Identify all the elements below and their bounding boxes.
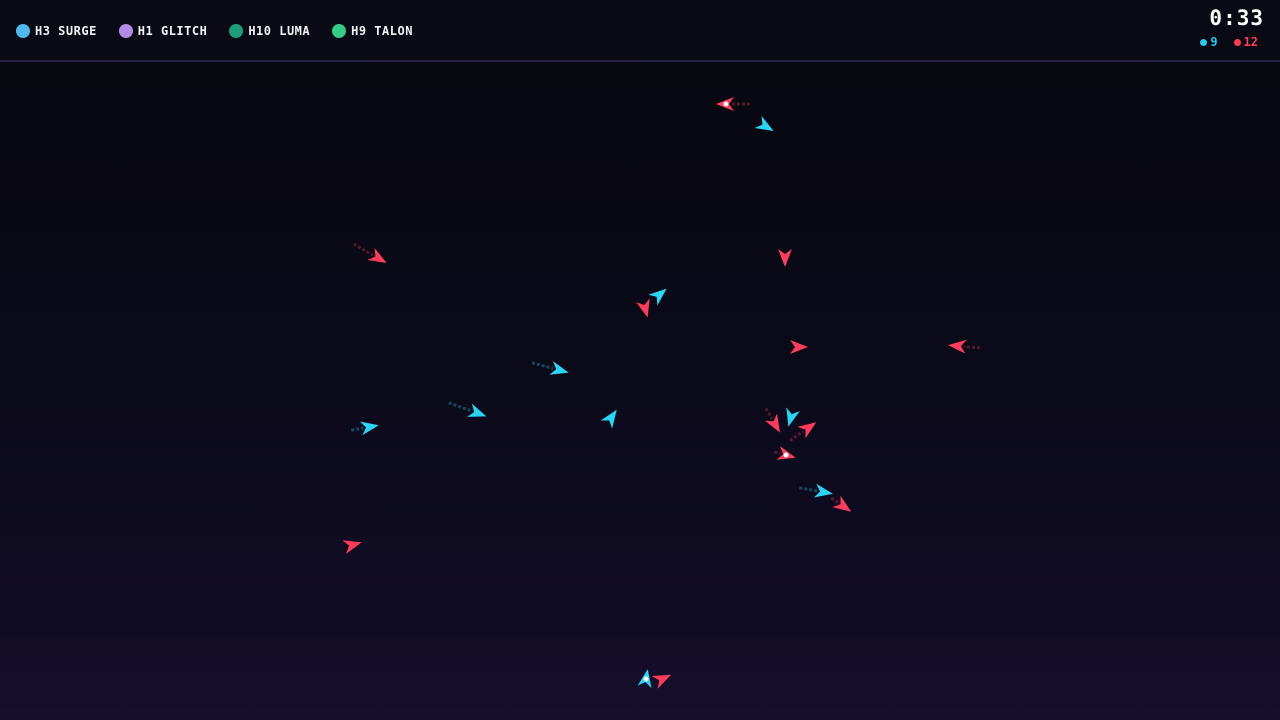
ship-body (651, 674, 672, 689)
cyan-ship-17 (799, 483, 833, 498)
cyan-ship-12 (600, 409, 617, 429)
ship-body (342, 540, 362, 554)
ship-body (754, 115, 774, 131)
ship-body (778, 249, 792, 267)
ship-trail (531, 361, 554, 370)
cyan-ship-20 (637, 669, 652, 689)
ship-body (948, 339, 967, 354)
ship-trail (764, 407, 774, 420)
red-ship-21 (651, 674, 672, 689)
ship-body (813, 483, 833, 498)
red-ship-19 (342, 540, 362, 554)
red-ship-18 (830, 495, 852, 512)
battle-arena (342, 97, 981, 689)
ship-trail (963, 345, 981, 350)
ship-body (467, 403, 487, 417)
cyan-ship-11 (448, 401, 487, 417)
ship-trail (353, 242, 374, 257)
ship-body (790, 340, 808, 354)
red-ship-16 (774, 446, 796, 460)
cyan-ship-9 (531, 361, 569, 375)
ship-trail (351, 426, 364, 432)
ship-body (797, 422, 817, 439)
ship-body (648, 288, 667, 306)
cyan-ship-10 (351, 421, 379, 436)
ship-body (549, 361, 569, 375)
cyan-ship-2 (754, 115, 774, 131)
ship-body (764, 413, 780, 433)
ship-trail (789, 430, 804, 442)
cyan-ship-5 (648, 288, 667, 306)
ship-body (832, 495, 852, 512)
ship-trail (799, 486, 818, 493)
red-ship-4 (778, 249, 792, 267)
ship-trail (830, 496, 839, 504)
ship-body (636, 298, 650, 318)
ship-body (367, 247, 387, 263)
ship-trail (774, 450, 781, 455)
red-ship-8 (948, 339, 981, 354)
red-ship-7 (790, 340, 808, 354)
red-ship-6 (636, 298, 650, 318)
ship-trail (448, 401, 472, 413)
ship-core-glow (723, 101, 729, 107)
ship-body (786, 407, 800, 427)
red-ship-1 (716, 97, 750, 111)
ship-body (600, 409, 617, 429)
red-ship-3 (353, 242, 387, 263)
ship-body (359, 421, 379, 436)
cyan-ship-13 (786, 407, 800, 427)
red-ship-14 (764, 407, 780, 433)
